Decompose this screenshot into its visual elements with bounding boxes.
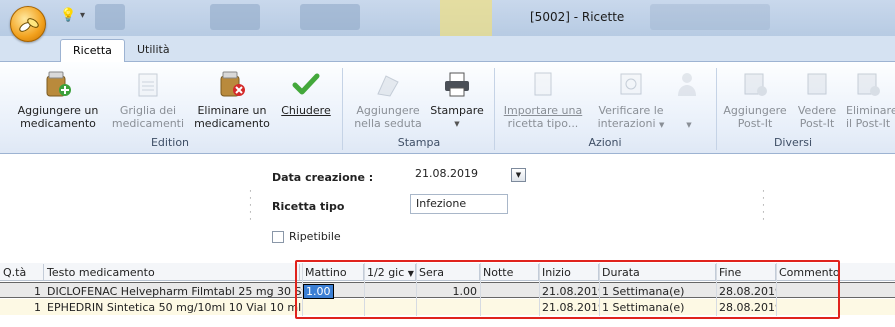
tab-utilita[interactable]: Utilità xyxy=(125,39,182,62)
ripetibile-label: Ripetibile xyxy=(289,230,341,243)
splitter-handle-right[interactable]: · · · · · xyxy=(762,188,765,225)
cell-qta[interactable]: 1 xyxy=(0,283,44,299)
print-dropdown-arrow[interactable]: ▼ xyxy=(426,118,488,131)
highlight-annotation-box xyxy=(295,260,840,319)
cell-testo[interactable]: EPHEDRIN Sintetica 50 mg/10ml 10 Vial 10… xyxy=(44,299,302,315)
group-label-diversi: Diversi xyxy=(773,136,813,149)
check-interactions-button[interactable]: Verificare le interazioni ▼ xyxy=(590,70,672,132)
print-button[interactable]: Stampare ▼ xyxy=(426,70,488,131)
checkmark-icon xyxy=(291,70,321,98)
import-prescription-icon xyxy=(528,70,558,98)
grid-medicines-label-1: Griglia dei xyxy=(119,104,177,117)
delete-medicine-button[interactable]: Eliminare un medicamento xyxy=(188,70,276,130)
print-label: Stampare xyxy=(430,104,484,117)
user-button[interactable]: ▼ xyxy=(672,70,706,132)
add-medicine-icon xyxy=(43,70,73,98)
group-separator xyxy=(716,68,717,150)
delete-postit-label-2: il Post-It xyxy=(846,117,891,130)
close-label: Chiudere xyxy=(281,104,331,117)
blurred-toolbar-item xyxy=(210,4,260,30)
check-interactions-icon xyxy=(616,70,646,98)
prescription-form: · · · · · · · · · · Data creazione : 21.08.2019 … xyxy=(0,155,895,262)
view-postit-icon xyxy=(802,70,832,98)
check-interactions-label-1: Verificare le xyxy=(598,104,664,117)
add-medicine-label-1: Aggiungere un xyxy=(17,104,99,117)
view-postit-label-1: Vedere xyxy=(797,104,837,117)
add-postit-label-1: Aggiungere xyxy=(723,104,787,117)
close-button[interactable]: Chiudere xyxy=(278,70,334,117)
check-interactions-dropdown-arrow[interactable]: ▼ xyxy=(659,121,664,129)
blurred-toolbar-item xyxy=(300,4,360,30)
delete-medicine-icon xyxy=(217,70,247,98)
group-label-azioni: Azioni xyxy=(588,136,622,149)
window-title: [5002] - Ricette xyxy=(530,10,625,24)
group-separator xyxy=(342,68,343,150)
title-highlight xyxy=(440,0,492,36)
view-postit-button[interactable]: Vedere Post-It xyxy=(792,70,842,130)
title-bar: 💡 ▾ [5002] - Ricette xyxy=(0,0,895,36)
add-medicine-label-2: medicamento xyxy=(20,117,96,130)
group-separator xyxy=(494,68,495,150)
lightbulb-icon[interactable]: 💡 xyxy=(60,8,76,23)
check-interactions-label-2: interazioni xyxy=(597,117,656,130)
grid-medicines-label-2: medicamenti xyxy=(111,117,185,130)
calendar-dropdown-button[interactable]: ▼ xyxy=(511,168,526,182)
splitter-handle-left[interactable]: · · · · · xyxy=(249,188,252,225)
cell-testo[interactable]: DICLOFENAC Helvepharm Filmtabl 25 mg 30 … xyxy=(44,283,302,299)
ricetta-tipo-field[interactable]: Infezione xyxy=(410,194,508,214)
ripetibile-checkbox[interactable] xyxy=(272,231,284,243)
view-postit-label-2: Post-It xyxy=(799,117,835,130)
add-postit-icon xyxy=(740,70,770,98)
data-creazione-field[interactable]: 21.08.2019 xyxy=(410,165,508,185)
import-prescription-label-2: ricetta tipo... xyxy=(507,117,579,130)
column-header-qta[interactable]: Q.tà xyxy=(0,264,44,280)
add-to-session-button[interactable]: Aggiungere nella seduta xyxy=(352,70,424,130)
blurred-toolbar-item xyxy=(650,4,770,30)
grid-medicines-icon xyxy=(133,70,163,98)
group-label-stampa: Stampa xyxy=(397,136,441,149)
add-postit-label-2: Post-It xyxy=(737,117,773,130)
blurred-toolbar-item xyxy=(95,4,125,30)
add-medicine-button[interactable]: Aggiungere un medicamento xyxy=(6,70,110,130)
add-to-session-icon xyxy=(373,70,403,98)
user-icon xyxy=(674,70,704,98)
ricetta-tipo-label: Ricetta tipo xyxy=(272,200,345,213)
qat-customize-icon[interactable]: ▾ xyxy=(80,10,85,21)
cell-qta[interactable]: 1 xyxy=(0,299,44,315)
delete-postit-button[interactable]: Eliminare il Post-It xyxy=(846,70,895,130)
delete-postit-label-1: Eliminare xyxy=(846,104,895,117)
pills-icon xyxy=(19,18,39,32)
grid-medicines-button[interactable]: Griglia dei medicamenti xyxy=(108,70,188,130)
ribbon-tab-row: Ricetta Utilità xyxy=(0,36,895,62)
delete-postit-icon xyxy=(854,70,884,98)
delete-medicine-label-1: Eliminare un xyxy=(197,104,267,117)
add-postit-button[interactable]: Aggiungere Post-It xyxy=(720,70,790,130)
import-prescription-label-1: Importare una xyxy=(503,104,583,117)
column-header-testo[interactable]: Testo medicamento xyxy=(44,264,300,280)
add-to-session-label-2: nella seduta xyxy=(354,117,422,130)
tab-ricetta[interactable]: Ricetta xyxy=(60,39,125,62)
group-label-edition: Edition xyxy=(150,136,190,149)
delete-medicine-label-2: medicamento xyxy=(194,117,270,130)
data-creazione-label: Data creazione : xyxy=(272,171,374,184)
import-prescription-button[interactable]: Importare una ricetta tipo... xyxy=(500,70,586,130)
user-dropdown-arrow[interactable]: ▼ xyxy=(686,121,691,129)
add-to-session-label-1: Aggiungere xyxy=(356,104,420,117)
ribbon: Aggiungere un medicamento Griglia dei me… xyxy=(0,62,895,154)
application-menu-button[interactable] xyxy=(10,6,46,42)
printer-icon xyxy=(442,70,472,98)
